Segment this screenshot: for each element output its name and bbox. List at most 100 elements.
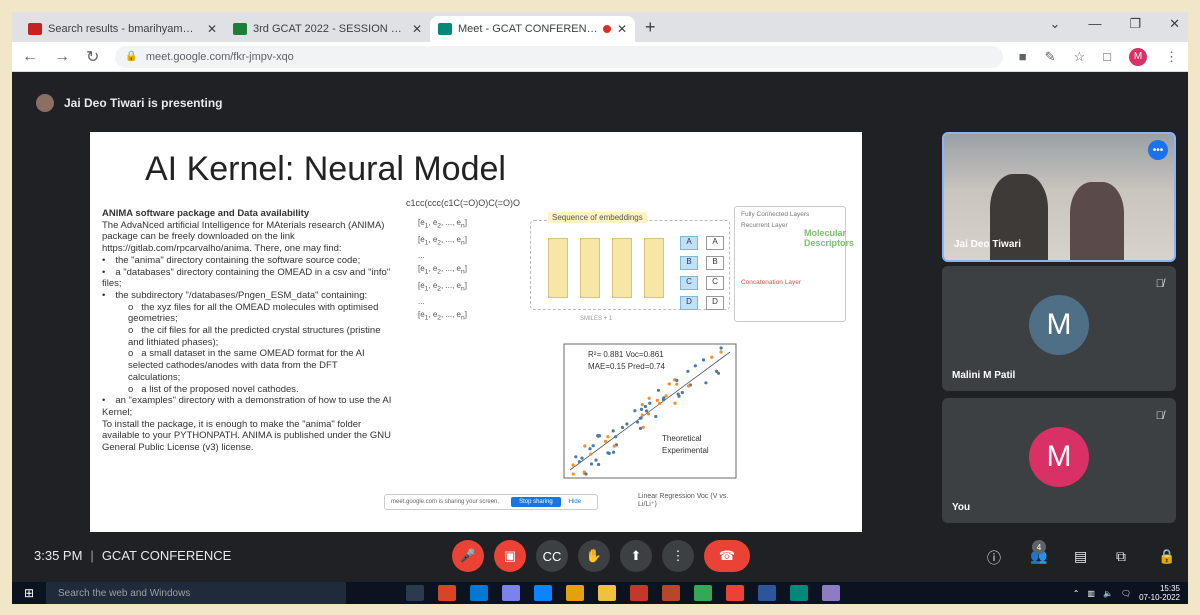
profile-avatar[interactable]: M — [1129, 47, 1147, 66]
stop-sharing-button[interactable]: Stop sharing — [511, 497, 561, 507]
scatter-point — [640, 413, 644, 417]
bookmark-star-icon[interactable]: ☆ — [1073, 49, 1085, 65]
slide-body: ANIMA software package and Data availabi… — [102, 208, 392, 454]
app-icon[interactable] — [566, 585, 584, 601]
camera-toggle-button[interactable]: ▣ — [494, 540, 526, 572]
app-icon[interactable] — [662, 585, 680, 601]
scatter-point — [673, 401, 677, 405]
meeting-details-icon[interactable]: ⓘ — [987, 548, 1001, 568]
app-icon[interactable] — [790, 585, 808, 601]
paint-icon[interactable] — [822, 585, 840, 601]
menu-kebab-icon[interactable]: ⋮ — [1165, 49, 1178, 65]
store-icon[interactable] — [470, 585, 488, 601]
scatter-point — [654, 414, 658, 419]
screen-share-banner: meet.google.com is sharing your screen. … — [384, 494, 598, 510]
more-options-button[interactable]: ⋮ — [662, 540, 694, 572]
more-options-icon[interactable]: ••• — [1148, 140, 1168, 160]
edge-icon[interactable] — [534, 585, 552, 601]
sheets-icon — [233, 23, 247, 35]
leave-call-button[interactable]: ☎ — [704, 540, 750, 572]
hide-banner-button[interactable]: Hide — [569, 499, 581, 505]
notifications-icon[interactable]: 🗨 — [1121, 589, 1131, 598]
scatter-point — [686, 369, 690, 373]
scatter-point — [656, 388, 661, 392]
task-view-icon[interactable] — [406, 585, 424, 601]
app-icon[interactable] — [438, 585, 456, 601]
presenter-avatar — [36, 94, 54, 112]
scatter-point — [655, 398, 659, 402]
scatter-point — [633, 409, 637, 413]
scatter-point — [643, 404, 647, 409]
scatter-point — [606, 435, 610, 439]
back-icon[interactable]: ← — [22, 48, 38, 66]
tab-grid-icon[interactable]: □ — [1103, 49, 1111, 64]
bullet: the "anima" directory containing the sof… — [102, 255, 392, 267]
edit-icon[interactable]: ✎ — [1045, 49, 1056, 65]
browser-tab-gmail[interactable]: Search results - bmarihyam@g... ✕ — [20, 16, 225, 42]
scatter-point — [648, 401, 652, 405]
minimize-icon[interactable]: — — [1088, 16, 1101, 32]
browser-tab-session[interactable]: 3rd GCAT 2022 - SESSION DETAIL ✕ — [225, 16, 430, 42]
scatter-point — [611, 429, 615, 433]
network-icon[interactable]: ▥ — [1087, 589, 1095, 598]
app-icon[interactable] — [630, 585, 648, 601]
scatter-point — [638, 416, 642, 420]
tab-title: Meet - GCAT CONFERENCE — [458, 23, 599, 35]
tab-search-icon[interactable]: ⌄ — [1050, 16, 1061, 32]
camera-indicator-icon[interactable]: ■ — [1019, 49, 1027, 64]
word-icon[interactable] — [758, 585, 776, 601]
activities-icon[interactable]: ⧉ — [1116, 548, 1126, 565]
scatter-point — [620, 425, 625, 430]
participant-name: Jai Deo Tiwari — [954, 239, 1022, 250]
slide-heading: ANIMA software package and Data availabi… — [102, 208, 310, 219]
meeting-info: 3:35 PM | GCAT CONFERENCE — [34, 548, 231, 563]
participant-tile[interactable]: 🎙̸ M You — [942, 398, 1176, 523]
url-bar[interactable]: 🔒 meet.google.com/fkr-jmpv-xqo — [115, 45, 1003, 68]
captions-button[interactable]: CC — [536, 540, 568, 572]
mic-off-icon: 🎙̸ — [1155, 278, 1164, 290]
chat-icon[interactable]: ▤ — [1074, 548, 1087, 565]
sub-bullet: the cif files for all the predicted crys… — [102, 325, 392, 348]
app-icon[interactable] — [502, 585, 520, 601]
sequence-cell: A — [680, 236, 698, 250]
close-window-icon[interactable]: ✕ — [1169, 16, 1180, 32]
clock-time: 15:35 — [1159, 584, 1180, 593]
mic-toggle-button[interactable]: 🎤 — [452, 540, 484, 572]
volume-icon[interactable]: 🔈 — [1103, 589, 1113, 598]
close-tab-icon[interactable]: ✕ — [412, 22, 422, 36]
chrome-icon[interactable] — [694, 585, 712, 601]
participant-avatar: M — [1029, 294, 1089, 355]
meet-icon — [438, 23, 452, 35]
slide-install-text: To install the package, it is enough to … — [102, 418, 391, 454]
window-controls: ⌄ — ❐ ✕ — [1050, 16, 1180, 32]
new-tab-icon[interactable]: + — [645, 17, 656, 38]
chrome-icon[interactable] — [726, 585, 744, 601]
host-controls-icon[interactable]: 🔒 — [1158, 548, 1175, 565]
scatter-point — [719, 350, 723, 354]
legend-experimental: Experimental — [662, 446, 709, 455]
file-explorer-icon[interactable] — [598, 585, 616, 601]
recurrent-cell: C — [706, 276, 724, 290]
present-button[interactable]: ⬆ — [620, 540, 652, 572]
close-tab-icon[interactable]: ✕ — [207, 22, 217, 36]
participant-tile-video[interactable]: ••• Jai Deo Tiwari — [942, 132, 1176, 262]
neural-model-diagram: c1cc(ccc(c1C(=O)O)C(=O)O [e1, e2, ..., e… — [400, 198, 854, 328]
raise-hand-button[interactable]: ✋ — [578, 540, 610, 572]
windows-start-icon[interactable]: ⊞ — [12, 586, 46, 600]
clock-date: 07-10-2022 — [1139, 593, 1180, 602]
recurrent-cell: B — [706, 256, 724, 270]
scatter-point — [596, 434, 600, 438]
taskbar-clock[interactable]: 15:35 07-10-2022 — [1139, 584, 1180, 602]
lock-icon[interactable]: 🔒 — [125, 51, 137, 62]
browser-tab-meet[interactable]: Meet - GCAT CONFERENCE ✕ — [430, 16, 635, 42]
restore-icon[interactable]: ❐ — [1129, 16, 1141, 32]
reload-icon[interactable]: ↻ — [86, 47, 99, 67]
close-tab-icon[interactable]: ✕ — [617, 22, 627, 36]
output-label: Molecular Descriptors — [804, 228, 855, 248]
taskbar-search[interactable]: Search the web and Windows — [46, 582, 346, 604]
tray-chevron-icon[interactable]: ⌃ — [1073, 589, 1080, 598]
forward-icon[interactable]: → — [54, 48, 70, 66]
bullet: a "databases" directory containing the O… — [102, 267, 392, 290]
scatter-point — [574, 455, 578, 459]
participant-tile[interactable]: 🎙̸ M Malini M Patil — [942, 266, 1176, 391]
